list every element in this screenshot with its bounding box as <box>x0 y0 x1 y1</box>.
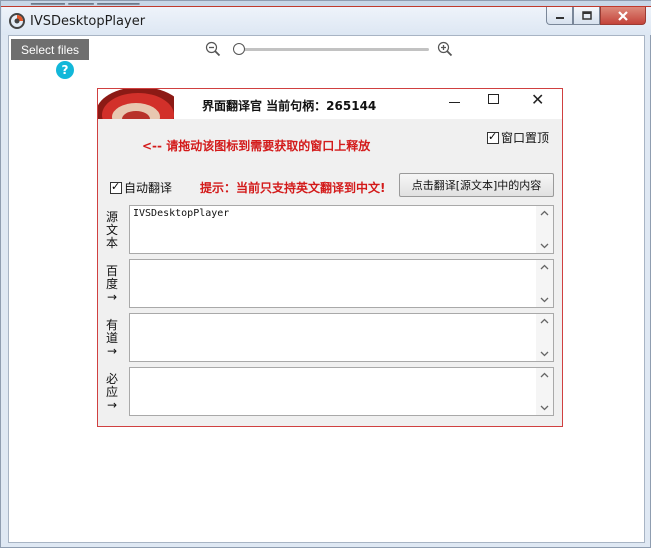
zoom-out-icon[interactable] <box>205 41 221 57</box>
zoom-slider[interactable] <box>232 43 429 55</box>
source-text-box[interactable]: IVSDesktopPlayer <box>129 205 554 254</box>
drag-target-logo-icon[interactable] <box>98 89 174 119</box>
tip-text: 提示：当前只支持英文翻译到中文! <box>200 181 386 195</box>
scrollbar[interactable] <box>536 314 553 361</box>
bing-label: 必应→ <box>105 372 118 412</box>
auto-translate-checkbox[interactable]: 自动翻译 <box>110 179 172 196</box>
translate-button[interactable]: 点击翻译[源文本]中的内容 <box>399 173 554 197</box>
window-title: IVSDesktopPlayer <box>30 14 146 29</box>
scrollbar[interactable] <box>536 206 553 253</box>
dialog-header[interactable]: 界面翻译官 当前句柄：265144 ✕ <box>98 89 562 119</box>
zoom-slider-thumb[interactable] <box>232 43 245 55</box>
close-button[interactable] <box>600 7 646 25</box>
title-bar[interactable]: IVSDesktopPlayer <box>2 7 651 35</box>
maximize-icon <box>581 10 592 20</box>
chevron-up-icon[interactable] <box>540 263 549 272</box>
dialog-minimize-icon[interactable] <box>449 102 460 103</box>
dialog-close-icon[interactable]: ✕ <box>531 90 544 109</box>
chevron-up-icon[interactable] <box>540 209 549 218</box>
scrollbar[interactable] <box>536 260 553 307</box>
source-text-label: 源文本 <box>105 210 118 250</box>
chevron-down-icon[interactable] <box>540 241 549 250</box>
select-files-button[interactable]: Select files <box>11 39 89 60</box>
baidu-label: 百度→ <box>105 264 118 304</box>
chevron-up-icon[interactable] <box>540 371 549 380</box>
chevron-up-icon[interactable] <box>540 317 549 326</box>
app-logo-icon <box>9 13 25 29</box>
translator-dialog: 界面翻译官 当前句柄：265144 ✕ <-- 请拖动该图标到需要获取的窗口上释… <box>97 88 563 427</box>
youdao-result-box[interactable] <box>129 313 554 362</box>
dialog-title: 界面翻译官 当前句柄：265144 <box>202 99 377 113</box>
player-area: Select files ? 界面翻译官 当前句柄：265144 ✕ <-- 请… <box>8 35 645 543</box>
close-icon <box>618 10 628 21</box>
scrollbar[interactable] <box>536 368 553 415</box>
chevron-down-icon[interactable] <box>540 349 549 358</box>
checkbox-checked-icon[interactable] <box>487 130 499 144</box>
chevron-down-icon[interactable] <box>540 403 549 412</box>
youdao-label: 有道→ <box>105 318 118 358</box>
maximize-button[interactable] <box>573 7 600 25</box>
topmost-label: 窗口置顶 <box>501 131 550 145</box>
chevron-down-icon[interactable] <box>540 295 549 304</box>
auto-translate-label: 自动翻译 <box>124 181 173 195</box>
checkbox-checked-icon[interactable] <box>110 180 122 194</box>
minimize-icon <box>555 16 564 19</box>
zoom-in-icon[interactable] <box>437 41 453 57</box>
dialog-maximize-icon[interactable] <box>488 94 499 104</box>
topmost-checkbox[interactable]: 窗口置顶 <box>487 129 549 146</box>
app-window: ▁▁▁▁ ▁▁▁ ▁▁▁▁▁ IVSDesktopPlayer Select f… <box>0 0 651 548</box>
bing-result-box[interactable] <box>129 367 554 416</box>
minimize-button[interactable] <box>546 7 573 25</box>
baidu-result-box[interactable] <box>129 259 554 308</box>
drag-hint-text: <-- 请拖动该图标到需要获取的窗口上释放 <box>142 139 371 153</box>
source-text-value: IVSDesktopPlayer <box>133 208 230 219</box>
help-icon[interactable]: ? <box>56 61 74 79</box>
